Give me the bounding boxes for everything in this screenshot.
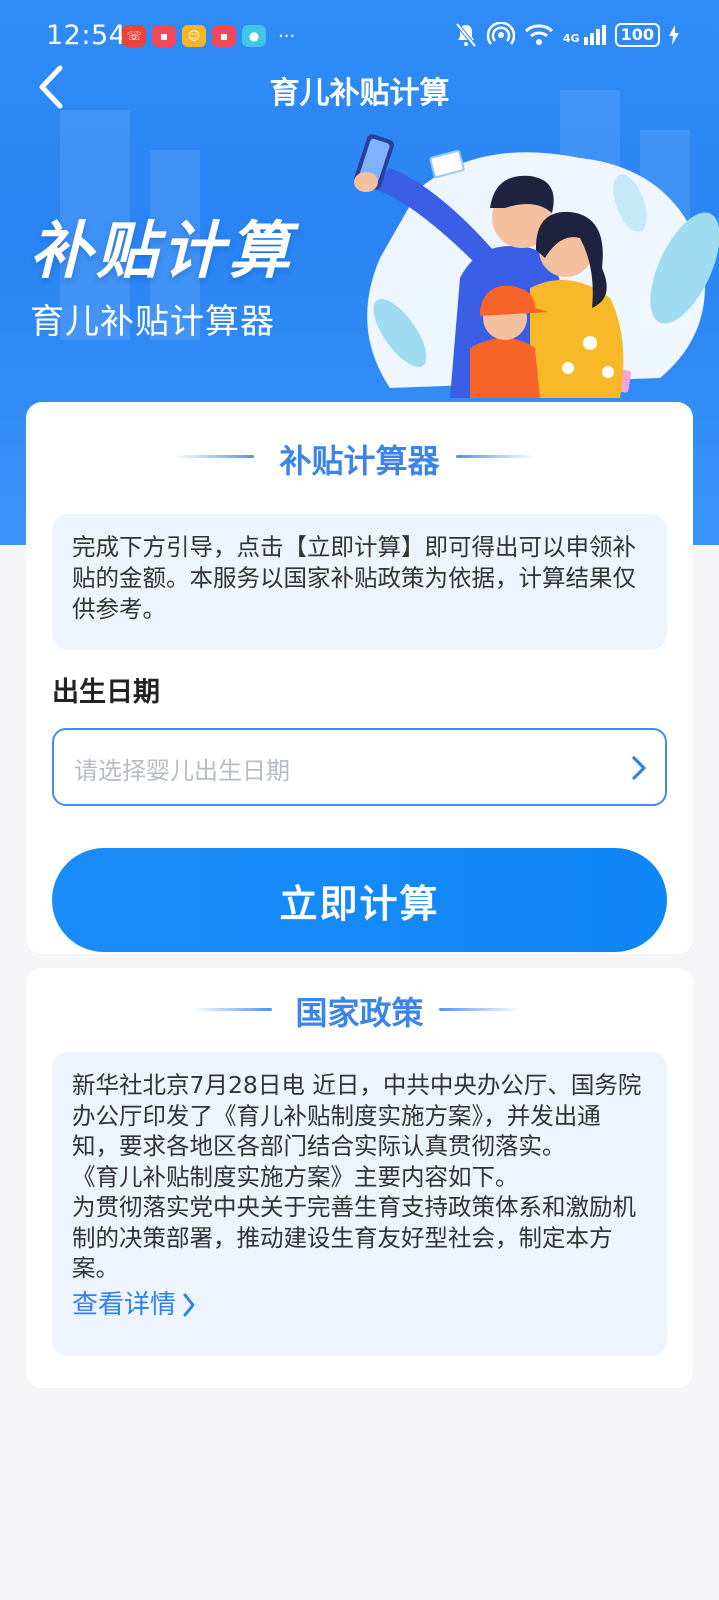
- calculator-section-title: 补贴计算器: [279, 442, 440, 480]
- calculator-intro-text: 完成下方引导，点击【立即计算】即可得出可以申领补贴的金额。本服务以国家补贴政策为…: [52, 514, 667, 650]
- chevron-right-icon: [632, 756, 646, 780]
- app-notification-icon: ☏: [122, 25, 146, 47]
- birth-date-label: 出生日期: [52, 677, 160, 708]
- policy-paragraph: 为贯彻落实党中央关于完善生育支持政策体系和激励机制的决策部署，推动建设生育友好型…: [72, 1193, 636, 1282]
- app-notification-icon: ☺: [182, 25, 206, 47]
- calculator-card: 补贴计算器 完成下方引导，点击【立即计算】即可得出可以申领补贴的金额。本服务以国…: [26, 402, 693, 954]
- view-details-link[interactable]: 查看详情: [72, 1290, 196, 1321]
- status-indicators: 4G 100: [454, 22, 679, 48]
- notification-icons: ☏ ▪ ☺ ▪ ● ···: [122, 25, 295, 47]
- app-notification-icon: ▪: [212, 25, 236, 47]
- hero-subtitle: 育儿补贴计算器: [30, 302, 275, 342]
- policy-text-box: 新华社北京7月28日电 近日，中共中央办公厅、国务院办公厅印发了《育儿补贴制度实…: [52, 1052, 667, 1356]
- family-selfie-illustration: [353, 134, 719, 398]
- app-notification-icon: ▪: [152, 25, 176, 47]
- wifi-icon: [524, 24, 553, 45]
- mute-bell-icon: [455, 22, 477, 48]
- calculate-button[interactable]: 立即计算: [52, 848, 667, 952]
- app-notification-icon: ●: [242, 25, 266, 47]
- policy-section-title: 国家政策: [295, 994, 424, 1032]
- section-divider: [456, 455, 536, 458]
- status-time: 12:54: [46, 20, 127, 51]
- charging-icon: [669, 25, 679, 45]
- birth-date-placeholder: 请选择婴儿出生日期: [74, 757, 290, 785]
- section-divider: [439, 1008, 519, 1011]
- cellular-signal-icon: 4G: [563, 25, 606, 45]
- more-notifications-icon: ···: [278, 25, 296, 47]
- status-bar: 12:54 ☏ ▪ ☺ ▪ ● ··· 4G 100: [0, 0, 719, 74]
- view-details-label: 查看详情: [72, 1289, 177, 1320]
- page-title: 育儿补贴计算: [269, 76, 450, 111]
- battery-icon: 100: [614, 23, 660, 47]
- policy-card: 国家政策 新华社北京7月28日电 近日，中共中央办公厅、国务院办公厅印发了《育儿…: [26, 968, 693, 1388]
- policy-paragraph: 《育儿补贴制度实施方案》主要内容如下。: [72, 1162, 519, 1191]
- hero-title: 补贴计算: [30, 214, 295, 287]
- birth-date-picker[interactable]: 请选择婴儿出生日期: [52, 728, 667, 806]
- policy-paragraph: 新华社北京7月28日电 近日，中共中央办公厅、国务院办公厅印发了《育儿补贴制度实…: [72, 1071, 642, 1160]
- chevron-right-icon: [183, 1293, 195, 1317]
- hotspot-icon: [486, 22, 515, 45]
